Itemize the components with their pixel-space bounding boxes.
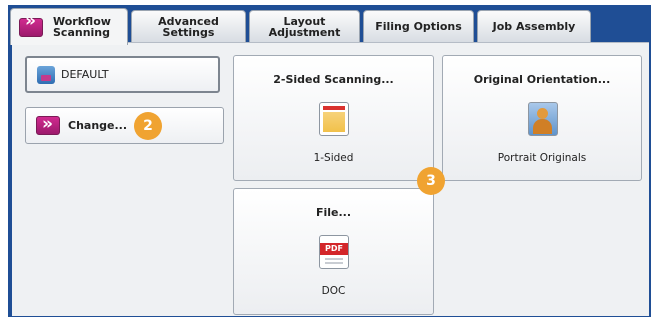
- one-sided-document-icon: [319, 102, 349, 136]
- tab-label: Filing Options: [375, 20, 462, 33]
- file-format-title: File...: [315, 206, 352, 219]
- file-format-button[interactable]: File... PDF DOC: [233, 188, 434, 315]
- two-sided-scanning-title: 2-Sided Scanning...: [273, 73, 394, 86]
- tab-job-assembly[interactable]: Job Assembly: [477, 10, 591, 43]
- tab-label: Layout Adjustment: [268, 14, 341, 39]
- change-preset-button[interactable]: Change...: [25, 107, 224, 144]
- tab-label: Advanced Settings: [158, 14, 219, 39]
- original-orientation-title: Original Orientation...: [473, 73, 611, 86]
- workflow-scanning-icon: [19, 16, 43, 37]
- preset-label: DEFAULT: [61, 68, 109, 81]
- original-orientation-button[interactable]: Original Orientation... Portrait Origina…: [442, 55, 642, 181]
- tab-advanced-settings[interactable]: Advanced Settings: [131, 10, 246, 43]
- tab-bar: Workflow Scanning Advanced Settings Layo…: [10, 8, 650, 45]
- scan-preset-icon: [37, 65, 55, 84]
- step-callout-2: 2: [134, 112, 162, 140]
- tab-layout-adjustment[interactable]: Layout Adjustment: [249, 10, 360, 43]
- original-orientation-value: Portrait Originals: [497, 152, 587, 164]
- step-callout-3: 3: [417, 167, 445, 195]
- tab-filing-options[interactable]: Filing Options: [363, 10, 474, 43]
- file-format-value: DOC: [321, 285, 346, 297]
- pdf-file-icon: PDF: [319, 235, 349, 269]
- pdf-badge: PDF: [320, 243, 348, 255]
- two-sided-scanning-value: 1-Sided: [313, 152, 354, 164]
- change-label: Change...: [68, 119, 128, 132]
- tab-workflow-scanning[interactable]: Workflow Scanning: [10, 8, 128, 45]
- tab-label: Workflow Scanning: [53, 15, 111, 39]
- portrait-orientation-icon: [528, 102, 558, 136]
- preset-default-button[interactable]: DEFAULT: [25, 56, 220, 93]
- tab-label: Job Assembly: [492, 20, 576, 33]
- change-icon: [36, 114, 60, 135]
- two-sided-scanning-button[interactable]: 2-Sided Scanning... 1-Sided: [233, 55, 434, 181]
